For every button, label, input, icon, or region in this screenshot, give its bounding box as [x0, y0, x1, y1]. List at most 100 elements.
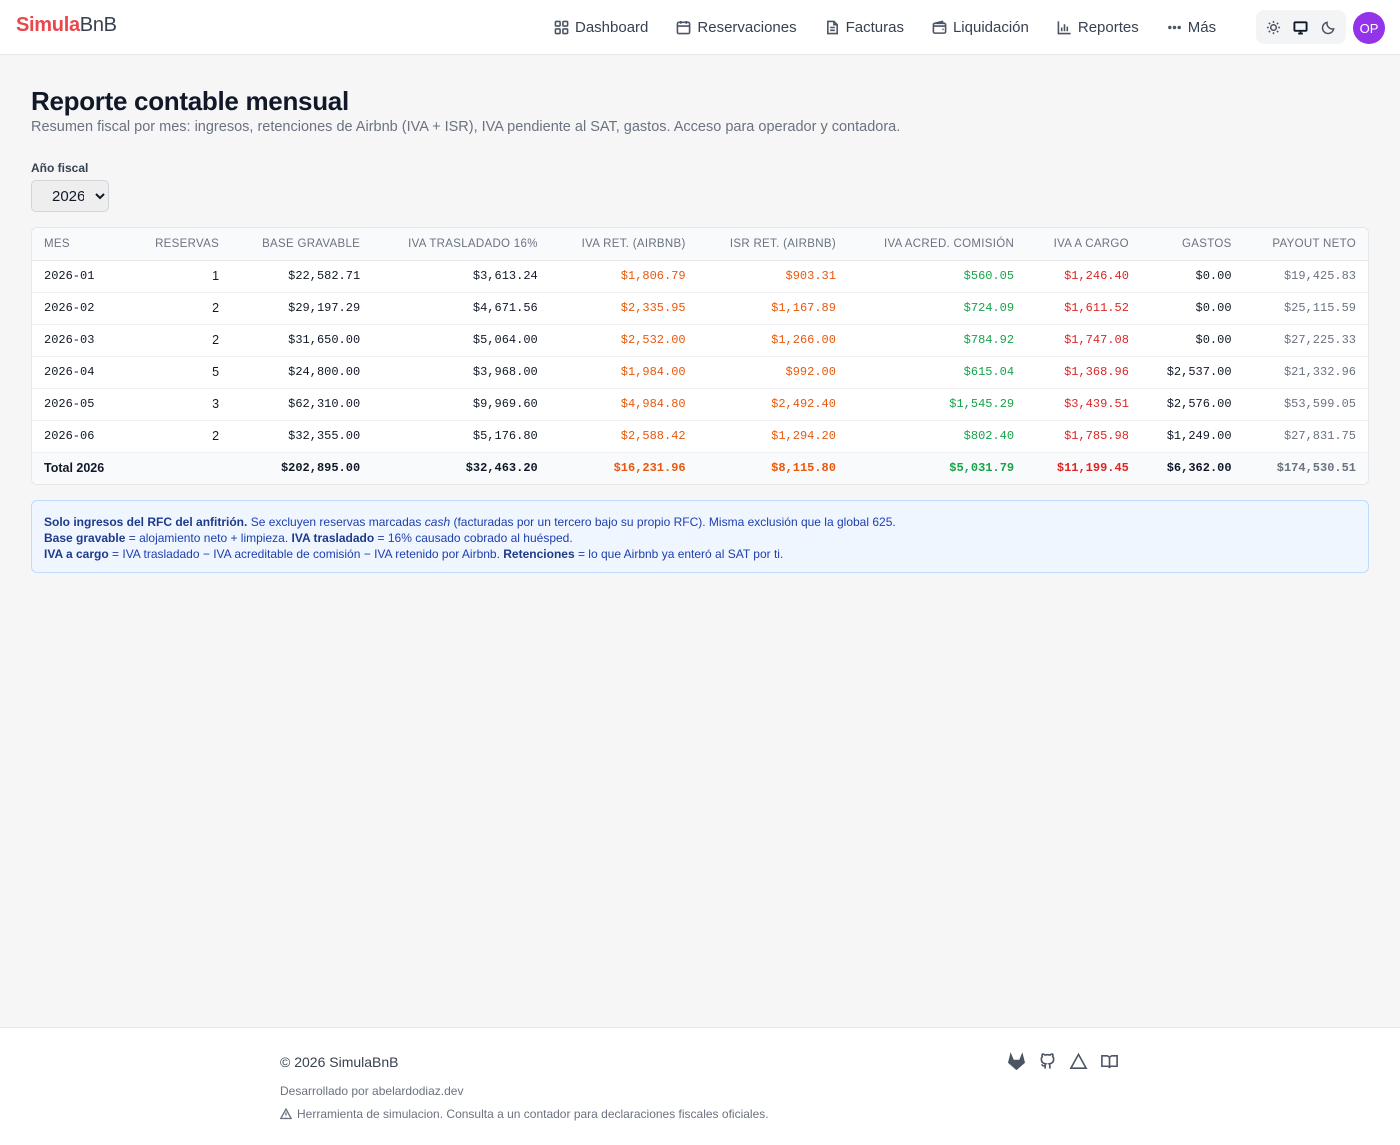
total-iva-tras: $32,463.20 [372, 452, 550, 484]
info-note: Solo ingresos del RFC del anfitrión. Se … [31, 500, 1369, 573]
nav-dashboard[interactable]: Dashboard [540, 19, 662, 36]
cell-iva-cargo: $1,747.08 [1026, 324, 1141, 357]
col-iva-acreditable[interactable]: IVA ACRED. COMISIÓN [847, 228, 1027, 261]
table-row: 2026-03 2 $31,650.00 $5,064.00 $2,532.00… [32, 324, 1368, 357]
total-payout: $174,530.51 [1243, 452, 1368, 484]
cell-iva-acred: $1,545.29 [847, 388, 1027, 421]
col-iva-retenido[interactable]: IVA RET. (AIRBNB) [549, 228, 698, 261]
nav-label: Facturas [845, 19, 904, 36]
table-row: 2026-01 1 $22,582.71 $3,613.24 $1,806.79… [32, 260, 1368, 293]
cell-mes: 2026-02 [32, 292, 130, 325]
nav-liquidacion[interactable]: Liquidación [918, 19, 1043, 36]
cell-mes: 2026-03 [32, 324, 130, 357]
docs-link[interactable] [1099, 1051, 1119, 1071]
gitlab-icon [1007, 1051, 1025, 1070]
col-reservas[interactable]: RESERVAS [129, 228, 232, 261]
total-iva-acred: $5,031.79 [847, 452, 1027, 484]
book-icon [1100, 1054, 1118, 1068]
cell-gastos: $0.00 [1140, 324, 1244, 357]
cell-iva-cargo: $1,611.52 [1026, 292, 1141, 325]
nav-label: Reservaciones [697, 19, 797, 36]
moon-icon [1321, 20, 1335, 34]
cell-iva-tras: $3,968.00 [372, 356, 550, 389]
sun-icon [1267, 20, 1281, 34]
cell-iva-ret: $2,588.42 [549, 420, 698, 453]
report-table: MES RESERVAS BASE GRAVABLE IVA TRASLADAD… [32, 228, 1368, 484]
total-isr-ret: $8,115.80 [697, 452, 848, 484]
cell-payout: $27,831.75 [1243, 420, 1368, 453]
col-payout-neto[interactable]: PAYOUT NETO [1243, 228, 1368, 261]
github-icon [1040, 1052, 1054, 1069]
cell-iva-cargo: $1,246.40 [1026, 260, 1141, 293]
total-reservas [129, 452, 232, 484]
col-gastos[interactable]: GASTOS [1140, 228, 1244, 261]
theme-system-button[interactable] [1289, 15, 1313, 39]
table-row: 2026-05 3 $62,310.00 $9,969.60 $4,984.80… [32, 388, 1368, 421]
table-row: 2026-06 2 $32,355.00 $5,176.80 $2,588.42… [32, 420, 1368, 453]
top-navbar: SimulaBnB Dashboard Reservaciones Factur… [0, 0, 1400, 55]
note-line-2: Base gravable = alojamiento neto + limpi… [44, 531, 573, 545]
nav-reservaciones[interactable]: Reservaciones [662, 19, 810, 36]
cell-payout: $53,599.05 [1243, 388, 1368, 421]
col-base-gravable[interactable]: BASE GRAVABLE [231, 228, 373, 261]
cell-gastos: $0.00 [1140, 260, 1244, 293]
footer-developer-link[interactable]: Desarrollado por abelardodiaz.dev [280, 1084, 463, 1098]
vercel-link[interactable] [1068, 1051, 1088, 1071]
cell-iva-acred: $560.05 [847, 260, 1027, 293]
cell-reservas: 5 [129, 356, 232, 389]
user-avatar[interactable]: OP [1353, 12, 1385, 44]
cell-iva-cargo: $3,439.51 [1026, 388, 1141, 421]
col-isr-retenido[interactable]: ISR RET. (AIRBNB) [697, 228, 848, 261]
note-line-1: Solo ingresos del RFC del anfitrión. Se … [44, 515, 896, 529]
cell-isr-ret: $992.00 [697, 356, 848, 389]
cell-base: $29,197.29 [231, 292, 373, 325]
cell-isr-ret: $1,167.89 [697, 292, 848, 325]
note-line-3: IVA a cargo = IVA trasladado − IVA acred… [44, 547, 784, 561]
document-icon [826, 20, 838, 35]
cell-payout: $25,115.59 [1243, 292, 1368, 325]
cell-base: $22,582.71 [231, 260, 373, 293]
page-title: Reporte contable mensual [31, 86, 349, 116]
cell-isr-ret: $903.31 [697, 260, 848, 293]
theme-dark-button[interactable] [1316, 15, 1340, 39]
col-mes[interactable]: MES [32, 228, 130, 261]
cell-mes: 2026-06 [32, 420, 130, 453]
nav-facturas[interactable]: Facturas [811, 19, 918, 36]
nav-label: Más [1187, 19, 1217, 36]
brand-logo[interactable]: SimulaBnB [16, 14, 117, 37]
cell-mes: 2026-04 [32, 356, 130, 389]
cell-iva-tras: $3,613.24 [372, 260, 550, 293]
cell-iva-cargo: $1,785.98 [1026, 420, 1141, 453]
table-row: 2026-02 2 $29,197.29 $4,671.56 $2,335.95… [32, 292, 1368, 325]
nav-label: Reportes [1077, 19, 1139, 36]
github-link[interactable] [1037, 1051, 1057, 1071]
triangle-icon [1069, 1052, 1087, 1069]
cell-base: $62,310.00 [231, 388, 373, 421]
cell-reservas: 2 [129, 292, 232, 325]
cell-payout: $19,425.83 [1243, 260, 1368, 293]
cell-base: $24,800.00 [231, 356, 373, 389]
gitlab-link[interactable] [1006, 1051, 1026, 1071]
cell-iva-ret: $2,335.95 [549, 292, 698, 325]
more-icon [1167, 25, 1181, 30]
table-row: 2026-04 5 $24,800.00 $3,968.00 $1,984.00… [32, 356, 1368, 389]
wallet-icon [932, 20, 947, 34]
table-total-row: Total 2026 $202,895.00 $32,463.20 $16,23… [32, 452, 1368, 484]
cell-gastos: $1,249.00 [1140, 420, 1244, 453]
fiscal-year-label: Año fiscal [31, 161, 89, 175]
fiscal-year-select[interactable]: 2026 [31, 180, 109, 212]
footer-disclaimer: Herramienta de simulacion. Consulta a un… [280, 1107, 769, 1121]
cell-reservas: 2 [129, 324, 232, 357]
cell-iva-tras: $9,969.60 [372, 388, 550, 421]
cell-gastos: $2,537.00 [1140, 356, 1244, 389]
total-gastos: $6,362.00 [1140, 452, 1244, 484]
cell-gastos: $2,576.00 [1140, 388, 1244, 421]
cell-payout: $27,225.33 [1243, 324, 1368, 357]
col-iva-trasladado[interactable]: IVA TRASLADADO 16% [372, 228, 550, 261]
monitor-icon [1293, 20, 1309, 35]
theme-light-button[interactable] [1262, 15, 1286, 39]
nav-mas[interactable]: Más [1153, 19, 1230, 36]
nav-reportes[interactable]: Reportes [1043, 19, 1153, 36]
grid-icon [554, 20, 569, 35]
col-iva-a-cargo[interactable]: IVA A CARGO [1026, 228, 1141, 261]
